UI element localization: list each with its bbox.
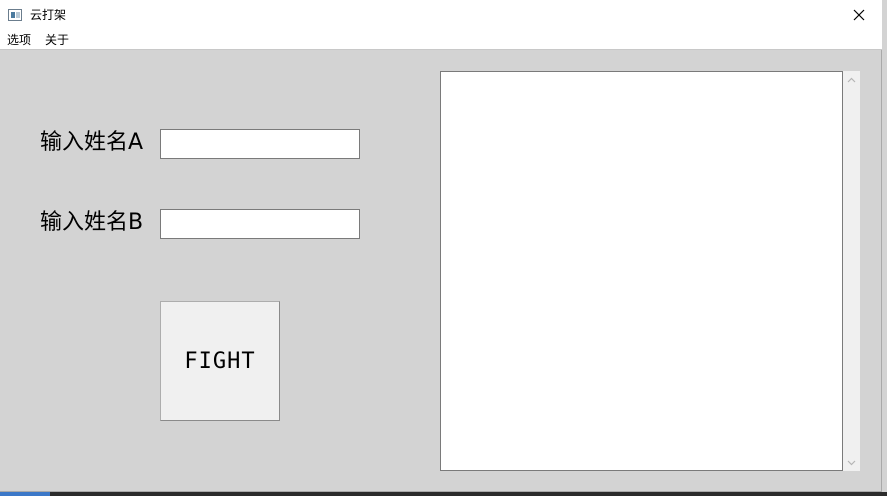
menu-about[interactable]: 关于 [45, 32, 69, 48]
scroll-down-button[interactable] [843, 454, 860, 471]
close-icon [853, 9, 865, 21]
title-bar[interactable]: 云打架 [0, 0, 882, 30]
name-a-label: 输入姓名A [40, 130, 144, 155]
name-a-input[interactable] [160, 129, 360, 159]
menu-bar: 选项 关于 [0, 30, 882, 50]
menu-options[interactable]: 选项 [7, 32, 31, 48]
scroll-up-button[interactable] [843, 71, 860, 88]
app-window-icon [8, 9, 22, 21]
taskbar-strip [0, 492, 887, 496]
name-b-input[interactable] [160, 209, 360, 239]
chevron-up-icon [847, 77, 856, 82]
fight-button[interactable]: FIGHT [160, 301, 280, 421]
name-b-label: 输入姓名B [40, 210, 144, 235]
output-textarea[interactable] [440, 71, 843, 471]
close-button[interactable] [836, 0, 882, 30]
chevron-down-icon [847, 460, 856, 465]
taskbar-segment [0, 492, 50, 496]
window-title: 云打架 [30, 8, 67, 22]
output-scrollbar[interactable] [843, 71, 860, 471]
app-window: 云打架 选项 关于 输入姓名A 输入姓名B FIGHT [0, 0, 882, 492]
